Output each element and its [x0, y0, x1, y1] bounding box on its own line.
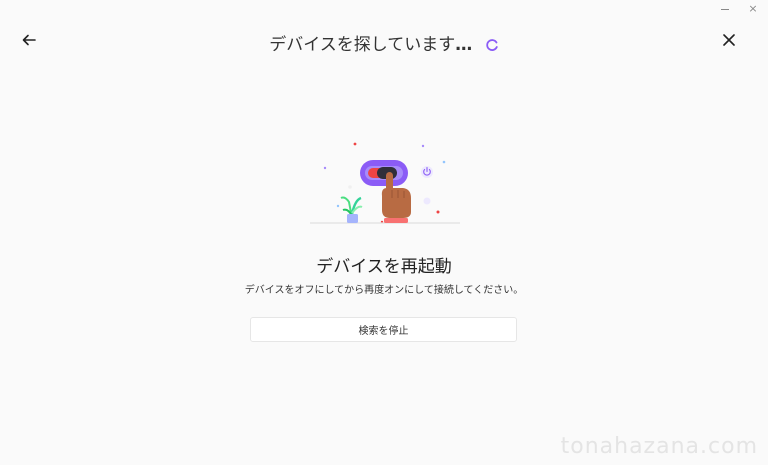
watermark: tonahazana.com — [560, 434, 758, 459]
window-close-button[interactable]: × — [746, 2, 760, 14]
restart-instruction: デバイスをオフにしてから再度オンにして接続してください。 — [244, 285, 524, 296]
close-icon — [723, 34, 735, 46]
page-title-text: デバイスを探しています — [269, 35, 456, 55]
restart-heading: デバイスを再起動 — [316, 257, 452, 277]
window-minimize-button[interactable] — [718, 2, 732, 14]
page-title-dots: … — [455, 35, 474, 55]
restart-device-illustration — [310, 142, 460, 224]
loading-spinner-icon — [486, 39, 498, 51]
page-title: デバイスを探しています… — [0, 30, 768, 55]
close-button[interactable] — [718, 30, 740, 50]
window-controls: × — [718, 2, 760, 14]
minimize-icon — [721, 8, 729, 10]
stop-search-button[interactable]: 検索を停止 — [250, 317, 517, 342]
stop-search-button-label: 検索を停止 — [358, 326, 409, 337]
header: デバイスを探しています… — [0, 22, 768, 58]
